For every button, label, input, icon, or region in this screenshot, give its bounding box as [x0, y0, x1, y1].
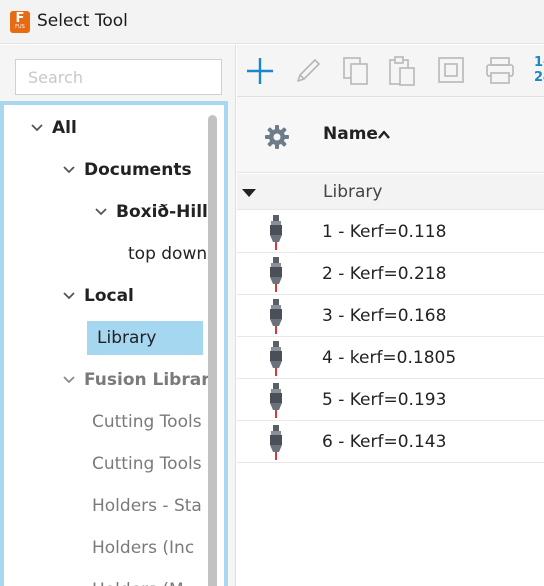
tree-item-holders-m[interactable]: Holders (M [92, 573, 208, 586]
table-row[interactable]: 4 - kerf=0.1805 [237, 337, 544, 379]
library-tree-panel: Holders (M Holders (Inc Holders - Sta Cutti… [0, 45, 236, 586]
tree-item-label: All [52, 118, 77, 138]
tree-item-library[interactable]: Library [87, 321, 203, 355]
tree-item-label: Holders (M [92, 573, 184, 586]
tool-list-panel: 1- 24 Name [237, 45, 544, 586]
tree-item-label: Holders (Inc [92, 538, 195, 558]
tree-item-label: Cutting Tools [92, 412, 202, 432]
tree-item-cutting-tools-1[interactable]: Cutting Tools [92, 405, 208, 439]
tool-name: 6 - Kerf=0.143 [322, 432, 447, 452]
tree-item-top-down[interactable]: top down [128, 237, 208, 271]
tool-name: 5 - Kerf=0.193 [322, 390, 447, 410]
table-row[interactable]: 5 - Kerf=0.193 [237, 379, 544, 421]
tree-item-label: Documents [84, 160, 192, 180]
page-range-indicator: 1- 24 [534, 55, 544, 85]
tree-item-local[interactable]: Local [58, 279, 208, 313]
tool-name: 3 - Kerf=0.168 [322, 306, 447, 326]
chevron-down-icon[interactable] [62, 153, 76, 187]
tool-name: 2 - Kerf=0.218 [322, 264, 447, 284]
group-label: Library [323, 182, 383, 202]
chevron-down-icon[interactable] [62, 363, 76, 397]
column-header-name[interactable]: Name [323, 122, 378, 146]
tree-item-label: Holders - Sta [92, 496, 202, 516]
gear-icon[interactable] [264, 124, 290, 150]
plasma-torch-icon [270, 341, 282, 376]
printer-icon [486, 57, 514, 84]
tree-item-fusion-library[interactable]: Fusion Library [58, 363, 208, 397]
plasma-torch-icon [270, 257, 282, 292]
tree-item-label: Library [97, 328, 157, 348]
table-header: Name [237, 97, 544, 173]
title-bar: F FUS Select Tool [0, 0, 544, 44]
duplicate-button[interactable] [435, 54, 469, 88]
edit-button[interactable] [291, 54, 325, 88]
table-row[interactable]: 2 - Kerf=0.218 [237, 253, 544, 295]
tool-name: 4 - kerf=0.1805 [322, 348, 457, 368]
tree-item-documents[interactable]: Documents [58, 153, 208, 187]
plasma-torch-icon [270, 383, 282, 418]
chevron-down-icon[interactable] [62, 279, 76, 313]
pencil-icon [297, 59, 320, 82]
plus-icon [247, 58, 273, 84]
tree-item-all[interactable]: All [26, 111, 206, 145]
tree-item-cutting-tools-2[interactable]: Cutting Tools [92, 447, 208, 481]
print-button[interactable] [483, 54, 517, 88]
paste-button[interactable] [385, 54, 419, 88]
chevron-down-icon[interactable] [94, 195, 108, 229]
tree-item-holders-inc[interactable]: Holders (Inc [92, 531, 208, 565]
toolbar: 1- 24 [237, 45, 544, 97]
plasma-torch-icon [270, 425, 282, 460]
add-button[interactable] [243, 54, 277, 88]
window-title: Select Tool [37, 11, 128, 31]
chevron-down-icon[interactable] [30, 111, 44, 145]
tree-item-label: top down [128, 244, 208, 264]
tree-item-label: Boxið-Hillan [116, 202, 208, 222]
tree-item-label: Cutting Tools [92, 454, 202, 474]
group-row-library[interactable]: Library [237, 174, 544, 210]
copy-button[interactable] [339, 54, 373, 88]
paste-icon [389, 56, 415, 86]
sort-ascending-icon[interactable] [377, 128, 391, 140]
plasma-torch-icon [270, 299, 282, 334]
plasma-torch-icon [270, 215, 282, 250]
tree-item-label: Local [84, 286, 134, 306]
table-row[interactable]: 6 - Kerf=0.143 [237, 421, 544, 463]
table-row[interactable]: 3 - Kerf=0.168 [237, 295, 544, 337]
copy-icon [343, 57, 368, 85]
select-tool-dialog: F FUS Select Tool Holders (M Holders (Inc… [0, 0, 544, 586]
library-tree[interactable]: Holders (M Holders (Inc Holders - Sta Cutti… [0, 101, 228, 586]
table-row[interactable]: 1 - Kerf=0.118 [237, 211, 544, 253]
tool-name: 1 - Kerf=0.118 [322, 222, 447, 242]
search-input[interactable] [15, 59, 222, 95]
collapse-triangle-icon[interactable] [241, 188, 257, 198]
fusion-app-icon: F FUS [10, 11, 30, 33]
tree-scrollbar[interactable] [208, 115, 217, 586]
duplicate-icon [438, 57, 464, 83]
tree-item-label: Fusion Library [84, 370, 208, 390]
tree-item-boxid[interactable]: Boxið-Hillan [90, 195, 208, 229]
tree-item-holders-sta[interactable]: Holders - Sta [92, 489, 208, 523]
